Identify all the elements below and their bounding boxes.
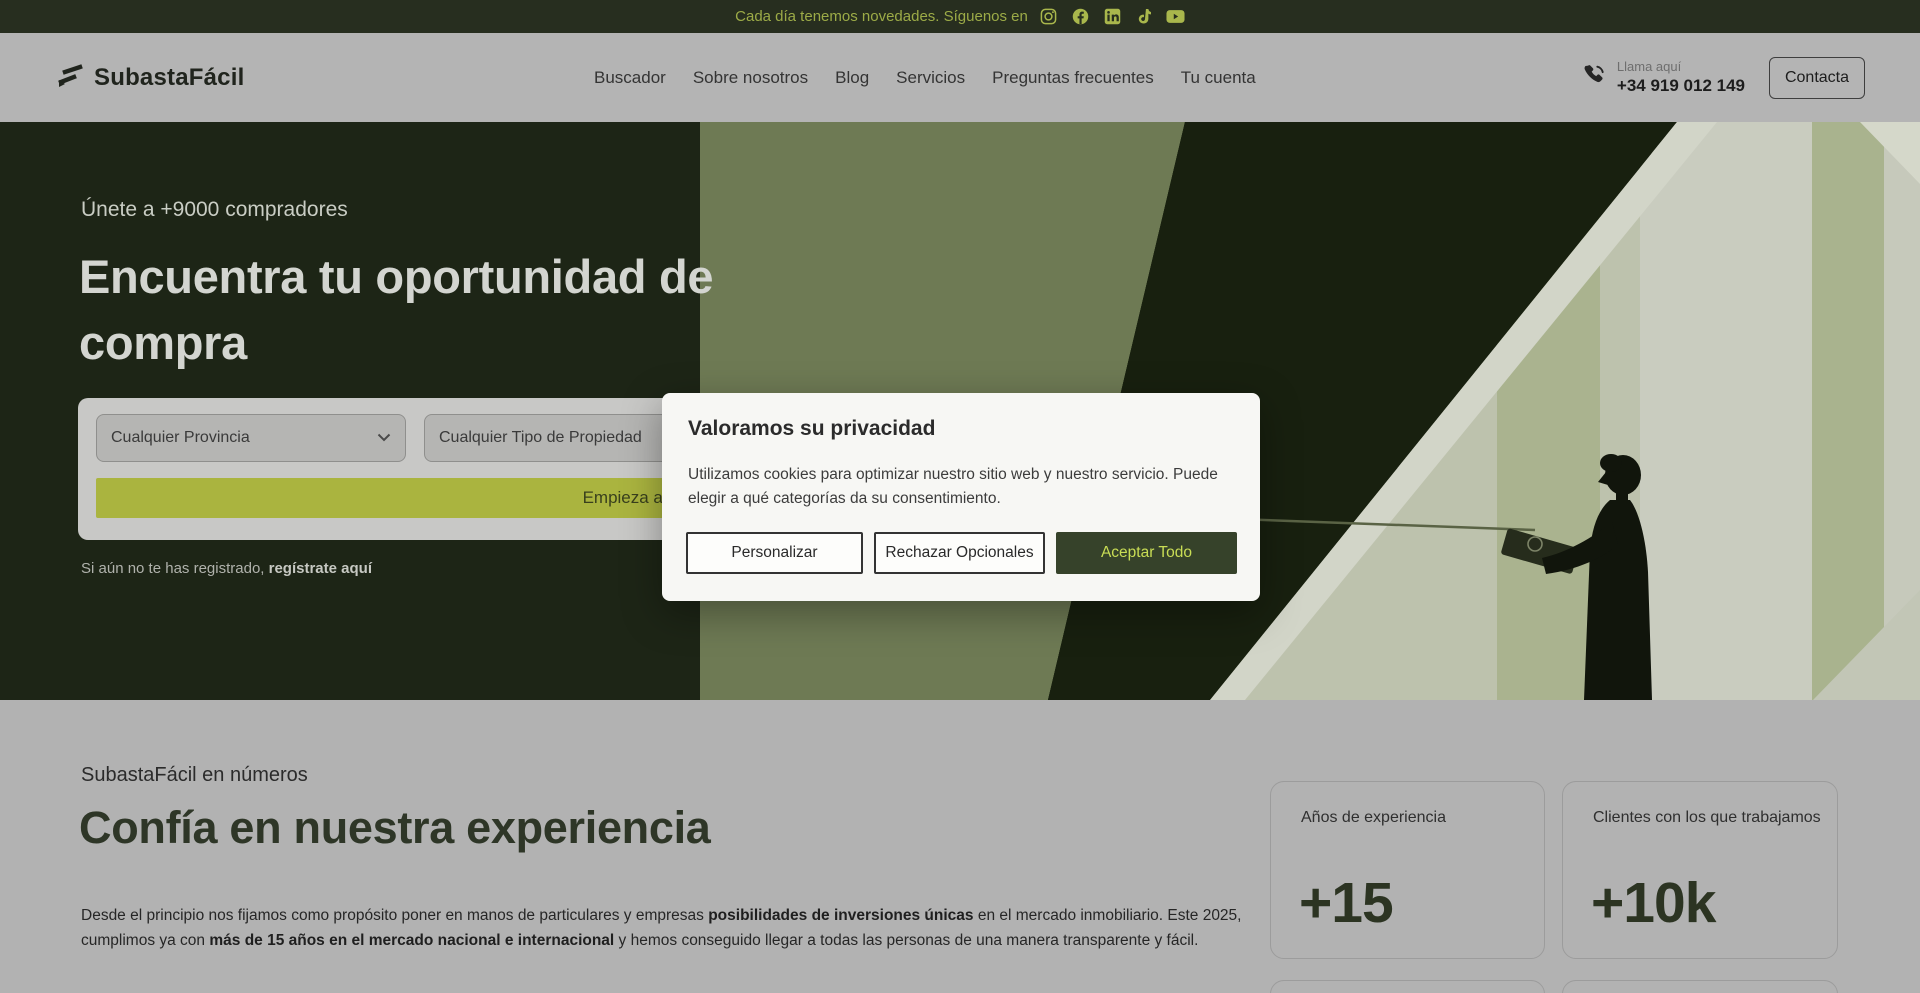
announcement-text: Cada día tenemos novedades. Síguenos en [735, 8, 1028, 25]
customize-cookies-button[interactable]: Personalizar [686, 532, 863, 574]
brand-logo-icon [55, 60, 85, 95]
province-select[interactable]: Cualquier Provincia [96, 414, 406, 462]
hero-eyebrow: Únete a +9000 compradores [81, 198, 348, 222]
nav-item-sobre-nosotros[interactable]: Sobre nosotros [693, 68, 808, 88]
stats-title: Confía en nuestra experiencia [79, 802, 711, 854]
stat-card-clients: Clientes con los que trabajamos +10k [1562, 781, 1838, 959]
call-label: Llama aquí [1617, 59, 1745, 75]
cookie-modal-body: Utilizamos cookies para optimizar nuestr… [688, 463, 1233, 511]
register-line: Si aún no te has registrado, regístrate … [81, 560, 372, 577]
stat-card [1270, 980, 1545, 993]
youtube-icon[interactable] [1166, 9, 1185, 24]
contact-button[interactable]: Contacta [1769, 57, 1865, 99]
main-nav: Buscador Sobre nosotros Blog Servicios P… [594, 68, 1256, 88]
chevron-down-icon [377, 429, 391, 447]
facebook-icon[interactable] [1072, 8, 1089, 25]
stats-section: SubastaFácil en números Confía en nuestr… [0, 700, 1920, 993]
cookie-consent-modal: Valoramos su privacidad Utilizamos cooki… [662, 393, 1260, 601]
nav-item-servicios[interactable]: Servicios [896, 68, 965, 88]
stat-card [1562, 980, 1838, 993]
stats-eyebrow: SubastaFácil en números [81, 764, 308, 787]
stat-value: +10k [1591, 870, 1715, 936]
nav-item-tu-cuenta[interactable]: Tu cuenta [1181, 68, 1256, 88]
register-link[interactable]: regístrate aquí [269, 560, 372, 577]
nav-item-preguntas-frecuentes[interactable]: Preguntas frecuentes [992, 68, 1154, 88]
hero-title: Encuentra tu oportunidad de compra [79, 244, 769, 376]
stat-label: Años de experiencia [1301, 809, 1446, 827]
reject-optional-cookies-button[interactable]: Rechazar Opcionales [874, 532, 1045, 574]
brand-name: SubastaFácil [94, 64, 244, 92]
stat-label: Clientes con los que trabajamos [1593, 809, 1821, 827]
instagram-icon[interactable] [1040, 8, 1057, 25]
accept-all-cookies-button[interactable]: Aceptar Todo [1056, 532, 1237, 574]
stat-value: +15 [1299, 870, 1393, 936]
stat-card-experience: Años de experiencia +15 [1270, 781, 1545, 959]
phone-icon [1581, 62, 1608, 94]
linkedin-icon[interactable] [1104, 8, 1121, 25]
tiktok-icon[interactable] [1136, 8, 1151, 25]
phone-number[interactable]: +34 919 012 149 [1617, 75, 1745, 96]
social-links [1040, 8, 1185, 25]
cookie-modal-title: Valoramos su privacidad [688, 417, 1234, 441]
stats-paragraph: Desde el principio nos fijamos como prop… [81, 903, 1251, 953]
brand-logo[interactable]: SubastaFácil [55, 60, 244, 95]
site-header: SubastaFácil Buscador Sobre nosotros Blo… [0, 33, 1920, 122]
nav-item-buscador[interactable]: Buscador [594, 68, 666, 88]
nav-item-blog[interactable]: Blog [835, 68, 869, 88]
announcement-bar: Cada día tenemos novedades. Síguenos en [0, 0, 1920, 33]
phone-block[interactable]: Llama aquí +34 919 012 149 [1581, 59, 1745, 97]
